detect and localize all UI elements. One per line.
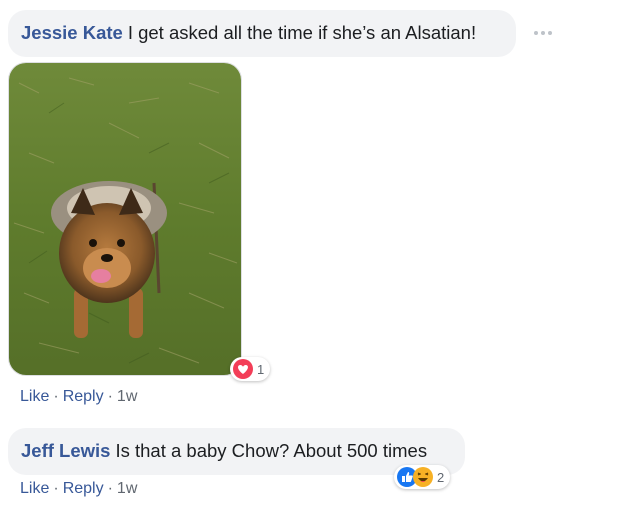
comment-author[interactable]: Jeff Lewis (21, 440, 110, 461)
comment-bubble: Jessie Kate I get asked all the time if s… (8, 10, 516, 57)
separator: · (107, 480, 113, 497)
reaction-count: 2 (437, 469, 445, 485)
comment-photo[interactable] (8, 62, 242, 376)
comment-author[interactable]: Jessie Kate (21, 22, 123, 43)
love-icon (233, 359, 253, 379)
reaction-count: 1 (257, 361, 265, 377)
reactions-summary[interactable]: 2 (394, 465, 451, 489)
separator: · (107, 388, 113, 405)
reactions-summary[interactable]: 1 (230, 357, 271, 381)
reply-link[interactable]: Reply (63, 480, 104, 497)
separator: · (53, 480, 59, 497)
comment-actions: Like · Reply · 1w (20, 388, 137, 406)
comment-text: I get asked all the time if she’s an Als… (127, 22, 477, 43)
dog-photo (9, 63, 241, 375)
haha-icon (413, 467, 433, 487)
more-options-button[interactable] (531, 25, 555, 41)
separator: · (53, 388, 59, 405)
comment-text: Is that a baby Chow? About 500 times (115, 440, 428, 461)
like-link[interactable]: Like (20, 480, 49, 497)
timestamp-link[interactable]: 1w (117, 388, 137, 405)
reply-link[interactable]: Reply (63, 388, 104, 405)
more-horizontal-icon (534, 31, 552, 35)
timestamp-link[interactable]: 1w (117, 480, 137, 497)
like-link[interactable]: Like (20, 388, 49, 405)
comment-actions: Like · Reply · 1w (20, 480, 137, 498)
